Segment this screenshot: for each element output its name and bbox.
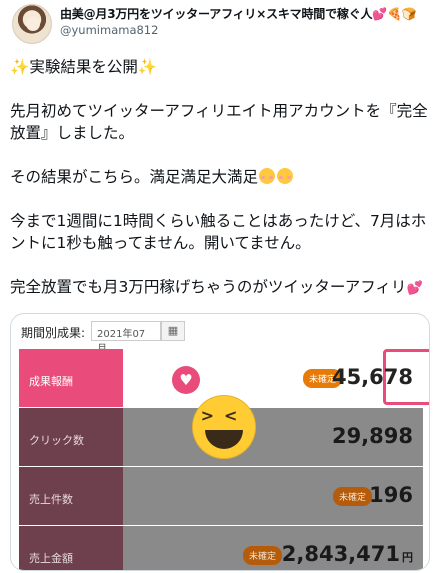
heart-icon: 💕 — [406, 281, 423, 296]
paragraph-5-text: 完全放置でも月3万円稼げちゃうのがツイッターアフィリ — [10, 278, 407, 296]
row-label: 売上金額 — [19, 526, 123, 570]
date-field: 2021年07月 — [91, 321, 161, 355]
tweet-paragraph-5: 完全放置でも月3万円稼げちゃうのがツイッターアフィリ💕 — [10, 276, 430, 300]
row-value: 45,678 — [331, 365, 413, 389]
paragraph-3-text: その結果がこちら。満足満足大満足 — [10, 168, 259, 186]
tweet-text: ✨実験結果を公開✨ 先月初めてツイッターアフィリエイト用アカウントを『完全放置』… — [10, 56, 430, 300]
unconfirmed-badge: 未確定 — [243, 546, 283, 565]
row-value-cell: 未確定 196 — [123, 467, 423, 525]
row-label: 成果報酬 — [19, 349, 123, 407]
tweet-media-image[interactable]: 期間別成果: 2021年07月 ▦ 成果報酬 未確定 45,678 クリック数 … — [10, 313, 430, 571]
author-name-text: 由美@月3万円をツイッターアフィリ×スキマ時間で稼ぐ人 — [60, 7, 373, 21]
row-value: 29,898 — [331, 424, 413, 448]
filter-label: 期間別成果: — [21, 326, 86, 340]
unconfirmed-badge: 未確定 — [333, 487, 373, 506]
yen-unit: 円 — [402, 551, 413, 564]
dashboard-screenshot: 期間別成果: 2021年07月 ▦ 成果報酬 未確定 45,678 クリック数 … — [11, 314, 429, 570]
laughing-face-icon: >< — [193, 396, 255, 458]
row-value-number: 2,843,471 — [281, 542, 400, 566]
row-value: 196 — [369, 483, 413, 507]
author-handle[interactable]: @yumimama812 — [60, 23, 158, 37]
row-value-cell: 未確定 45,678 — [123, 349, 429, 407]
row-label: クリック数 — [19, 408, 123, 466]
sparkle-icon: ✨ — [10, 58, 30, 76]
smiling-face-icon — [277, 168, 294, 184]
author-name-emoji: 💕🍕🍞 — [372, 7, 417, 21]
row-label: 売上件数 — [19, 467, 123, 525]
headline-text: 実験結果を公開 — [29, 58, 138, 76]
tweet-paragraph-2: 先月初めてツイッターアフィリエイト用アカウントを『完全放置』しました。 — [10, 102, 428, 142]
tweet-paragraph-4: 今まで1週間に1時間くらい触ることはあったけど、7月はホントに1秒も触ってません… — [10, 212, 427, 252]
result-row-sales-count: 売上件数 未確定 196 — [11, 467, 429, 526]
tweet-headline: ✨実験結果を公開✨ — [10, 56, 430, 78]
sparkle-icon: ✨ — [137, 58, 158, 76]
result-row-sales-amount: 売上金額 未確定 2,843,471 円 — [11, 526, 429, 570]
author-name[interactable]: 由美@月3万円をツイッターアフィリ×スキマ時間で稼ぐ人💕🍕🍞 — [60, 5, 417, 22]
calendar-icon: ▦ — [161, 321, 185, 341]
heart-reaction-icon: ♥ — [172, 366, 200, 394]
row-value: 2,843,471 円 — [282, 542, 413, 566]
tweet-header: 由美@月3万円をツイッターアフィリ×スキマ時間で稼ぐ人💕🍕🍞 @yumimama… — [0, 0, 440, 48]
row-value-cell: 未確定 2,843,471 円 — [123, 526, 423, 570]
tweet-paragraph-3: その結果がこちら。満足満足大満足 — [10, 166, 430, 188]
row-value-cell: 29,898 — [123, 408, 423, 466]
smiling-face-icon — [259, 168, 276, 184]
avatar[interactable] — [12, 4, 52, 44]
